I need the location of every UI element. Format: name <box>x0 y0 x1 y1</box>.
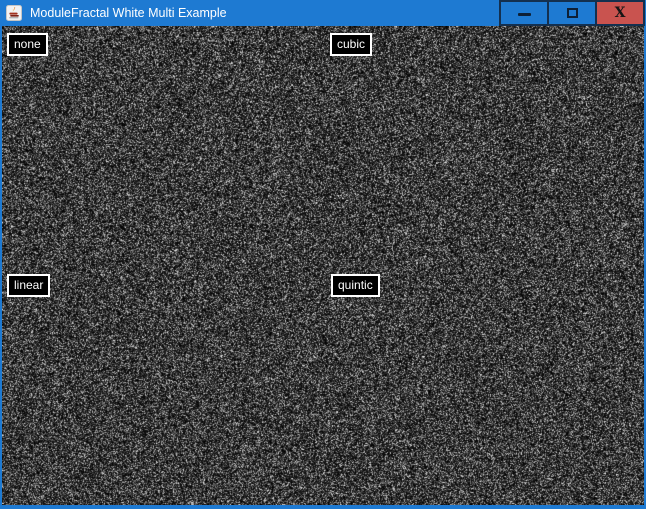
minimize-button[interactable] <box>501 2 547 24</box>
close-button[interactable]: X <box>597 2 643 24</box>
close-icon: X <box>615 6 626 20</box>
minimize-icon <box>518 13 531 16</box>
interp-label-cubic: cubic <box>330 33 372 56</box>
window-controls: X <box>499 0 645 26</box>
noise-canvas <box>2 26 644 505</box>
java-coffee-cup-icon <box>6 5 22 21</box>
noise-viewport <box>2 26 644 505</box>
maximize-button[interactable] <box>549 2 595 24</box>
interp-label-none: none <box>7 33 48 56</box>
app-window: ModuleFractal White Multi Example X none… <box>0 0 646 509</box>
window-title: ModuleFractal White Multi Example <box>30 0 227 26</box>
interp-label-quintic: quintic <box>331 274 380 297</box>
titlebar[interactable]: ModuleFractal White Multi Example X <box>0 0 646 26</box>
maximize-icon <box>567 8 578 18</box>
interp-label-linear: linear <box>7 274 50 297</box>
